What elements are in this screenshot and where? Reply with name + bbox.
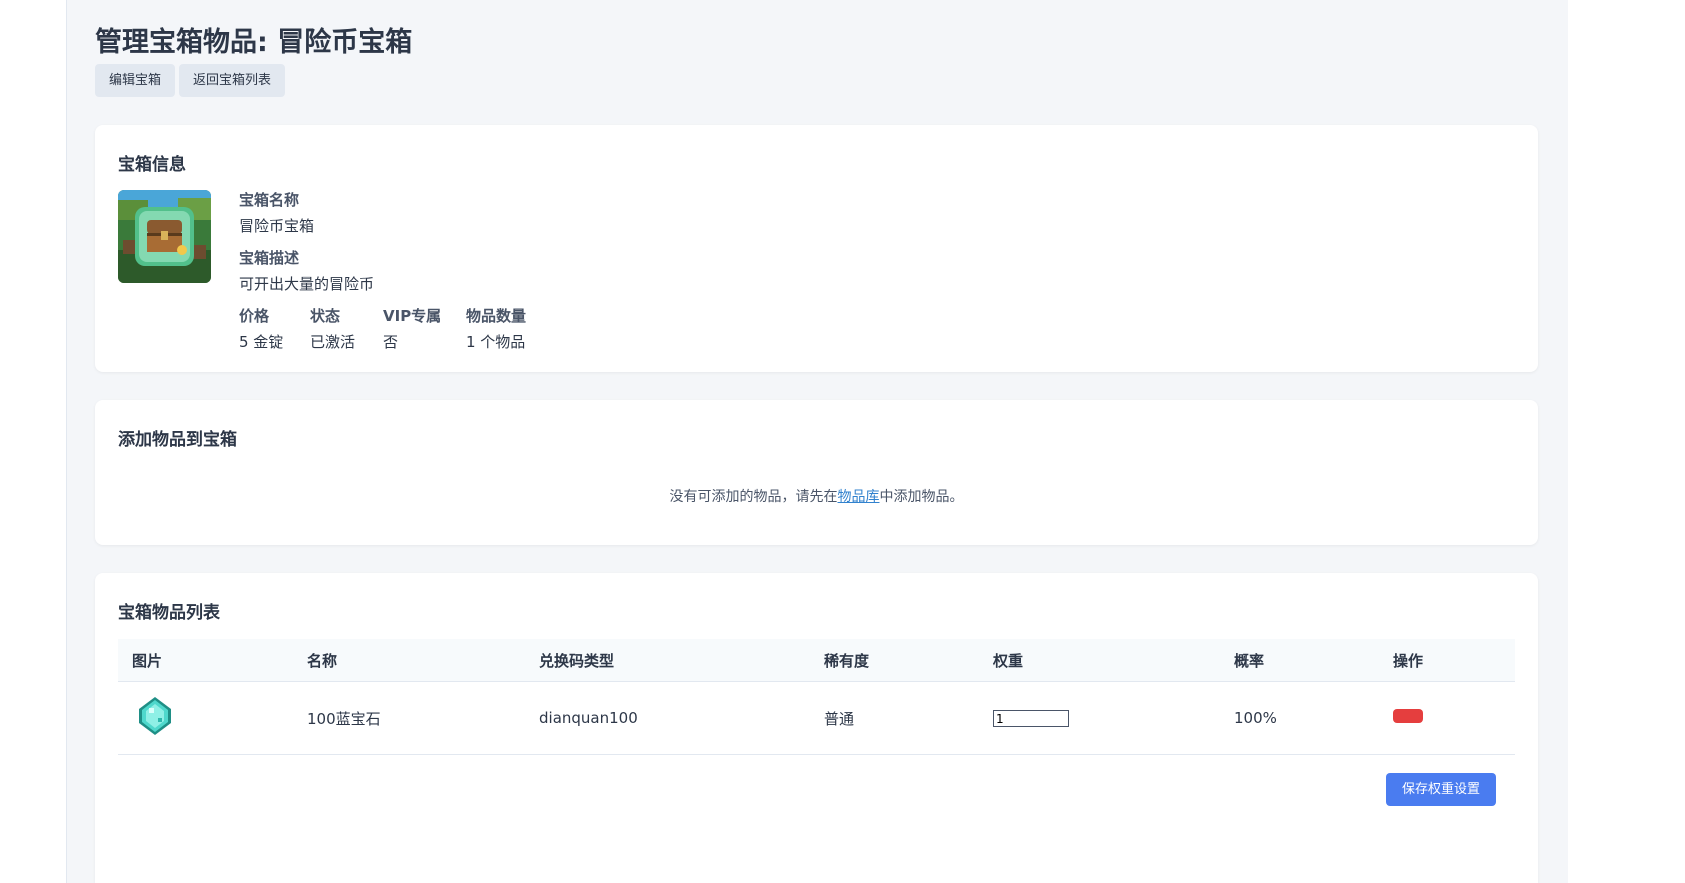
item-name-cell: 100蓝宝石: [293, 681, 525, 755]
item-list-heading: 宝箱物品列表: [118, 603, 220, 623]
chest-info-card: 宝箱信息 宝箱名称 冒险币宝箱 宝箱描述 可开出大量的冒险币 价格 5 金锭 状…: [95, 125, 1538, 372]
vip-label: VIP专属: [383, 307, 442, 325]
status-value: 已激活: [310, 333, 356, 351]
table-header-row: 图片 名称 兑换码类型 稀有度 权重 概率 操作: [118, 639, 1515, 682]
treasure-chest-icon: [118, 190, 211, 283]
no-items-text-after: 中添加物品。: [879, 489, 964, 505]
right-margin: [1568, 0, 1685, 883]
column-header-actions: 操作: [1379, 639, 1515, 682]
item-actions-cell: [1379, 681, 1515, 755]
delete-button[interactable]: [1393, 709, 1423, 723]
item-list-card: 宝箱物品列表 图片 名称 兑换码类型 稀有度 权重 概率 操作 100蓝宝石 d…: [95, 573, 1538, 883]
status-label: 状态: [310, 307, 341, 325]
chest-name-label: 宝箱名称: [239, 191, 300, 209]
item-count-value: 1 个物品: [466, 333, 526, 351]
weight-input[interactable]: [993, 710, 1069, 728]
item-image-cell: [118, 681, 293, 755]
chest-name-value: 冒险币宝箱: [239, 217, 315, 235]
price-label: 价格: [239, 307, 270, 325]
table-row: 100蓝宝石 dianquan100 普通 100%: [118, 681, 1515, 755]
column-header-weight: 权重: [979, 639, 1220, 682]
no-items-message: 没有可添加的物品，请先在物品库中添加物品。: [95, 486, 1538, 506]
item-library-link[interactable]: 物品库: [838, 489, 880, 505]
add-items-card: 添加物品到宝箱 没有可添加的物品，请先在物品库中添加物品。: [95, 400, 1538, 545]
edit-chest-button[interactable]: 编辑宝箱: [95, 64, 176, 97]
column-header-probability: 概率: [1220, 639, 1379, 682]
action-buttons: 编辑宝箱 返回宝箱列表: [95, 64, 286, 97]
add-items-heading: 添加物品到宝箱: [118, 430, 237, 450]
save-weights-button[interactable]: 保存权重设置: [1386, 773, 1496, 806]
column-header-code-type: 兑换码类型: [525, 639, 810, 682]
diamond-icon: [136, 697, 174, 740]
item-count-label: 物品数量: [466, 307, 527, 325]
item-rarity-cell: 普通: [810, 681, 979, 755]
column-header-rarity: 稀有度: [810, 639, 979, 682]
no-items-text-before: 没有可添加的物品，请先在: [669, 489, 838, 505]
back-to-list-button[interactable]: 返回宝箱列表: [179, 64, 286, 97]
chest-desc-value: 可开出大量的冒险币: [239, 275, 375, 293]
item-code-type-cell: dianquan100: [525, 681, 810, 755]
chest-info-heading: 宝箱信息: [118, 155, 186, 175]
sidebar: [0, 0, 67, 883]
column-header-image: 图片: [118, 639, 293, 682]
price-value: 5 金锭: [239, 333, 284, 351]
item-weight-cell: [979, 681, 1220, 755]
item-probability-cell: 100%: [1220, 681, 1379, 755]
vip-value: 否: [383, 333, 399, 351]
items-table: 图片 名称 兑换码类型 稀有度 权重 概率 操作 100蓝宝石 dianquan…: [118, 639, 1515, 755]
page-title: 管理宝箱物品: 冒险币宝箱: [95, 27, 413, 58]
chest-desc-label: 宝箱描述: [239, 249, 300, 267]
column-header-name: 名称: [293, 639, 525, 682]
